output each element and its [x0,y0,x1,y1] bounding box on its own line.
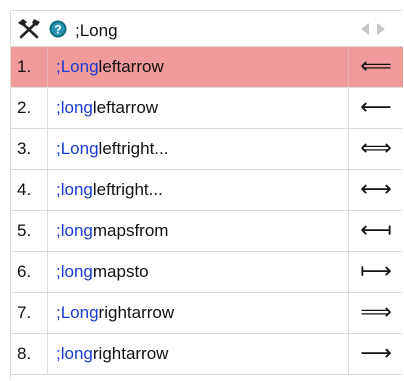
nav-arrows [361,23,385,35]
row-label-match: ;Long [56,303,99,322]
row-label: ;longleftarrow [56,88,158,128]
row-symbol: ⟸ [348,47,403,87]
row-number: 7. [11,293,48,333]
row-label-rest: leftright... [98,139,169,158]
row-label-match: ;long [56,344,93,363]
row-label-match: ;Long [56,139,99,158]
help-icon[interactable]: ? [49,20,67,38]
arrow-right-icon[interactable] [377,23,385,35]
list-item[interactable]: 4. ;longleftright... ⟷ [11,170,403,211]
row-label-rest: rightarrow [92,344,169,363]
list-item[interactable]: 6. ;longmapsto ⟼ [11,252,403,293]
arrow-left-icon[interactable] [361,23,369,35]
row-symbol: ⟹ [348,293,403,333]
row-label-match: ;Long [56,57,99,76]
svg-text:?: ? [54,23,61,37]
row-label: ;longmapsto [56,252,149,292]
row-number: 8. [11,334,48,374]
row-number: 2. [11,88,48,128]
row-label-rest: leftarrow [92,98,159,117]
row-label-rest: mapsto [92,262,149,281]
row-label-match: ;long [56,98,93,117]
row-label: ;longleftright... [56,170,163,210]
list-item[interactable]: 8. ;longrightarrow ⟶ [11,334,403,375]
popup-header: ? ;Long [11,11,403,47]
row-label-match: ;long [56,180,93,199]
autocomplete-popup: ? ;Long 1. ;Longleftarrow ⟸ 2. ;longleftarro… [10,10,403,380]
tools-icon[interactable] [17,18,41,40]
row-number: 4. [11,170,48,210]
row-label-rest: leftright... [92,180,163,199]
row-symbol: ⟺ [348,129,403,169]
row-symbol: ⟷ [348,170,403,210]
row-number: 5. [11,211,48,251]
row-symbol: ⟵ [348,88,403,128]
row-label-match: ;long [56,262,93,281]
list-item[interactable]: 5. ;longmapsfrom ⟻ [11,211,403,252]
row-number: 1. [11,47,48,87]
row-label: ;Longleftright... [56,129,168,169]
row-label: ;Longrightarrow [56,293,174,333]
row-label-rest: leftarrow [98,57,164,76]
row-label: ;longmapsfrom [56,211,168,251]
row-number: 6. [11,252,48,292]
query-text: ;Long [75,21,118,40]
row-symbol: ⟼ [348,252,403,292]
list-item[interactable]: 2. ;longleftarrow ⟵ [11,88,403,129]
row-label: ;Longleftarrow [56,47,164,87]
row-label-match: ;long [56,221,93,240]
list-item[interactable]: 3. ;Longleftright... ⟺ [11,129,403,170]
row-label-rest: mapsfrom [92,221,169,240]
row-label-rest: rightarrow [98,303,175,322]
row-label: ;longrightarrow [56,334,168,374]
list-item[interactable]: 7. ;Longrightarrow ⟹ [11,293,403,334]
row-number: 3. [11,129,48,169]
list-item[interactable]: 1. ;Longleftarrow ⟸ [11,47,403,88]
row-symbol: ⟻ [348,211,403,251]
row-symbol: ⟶ [348,334,403,374]
